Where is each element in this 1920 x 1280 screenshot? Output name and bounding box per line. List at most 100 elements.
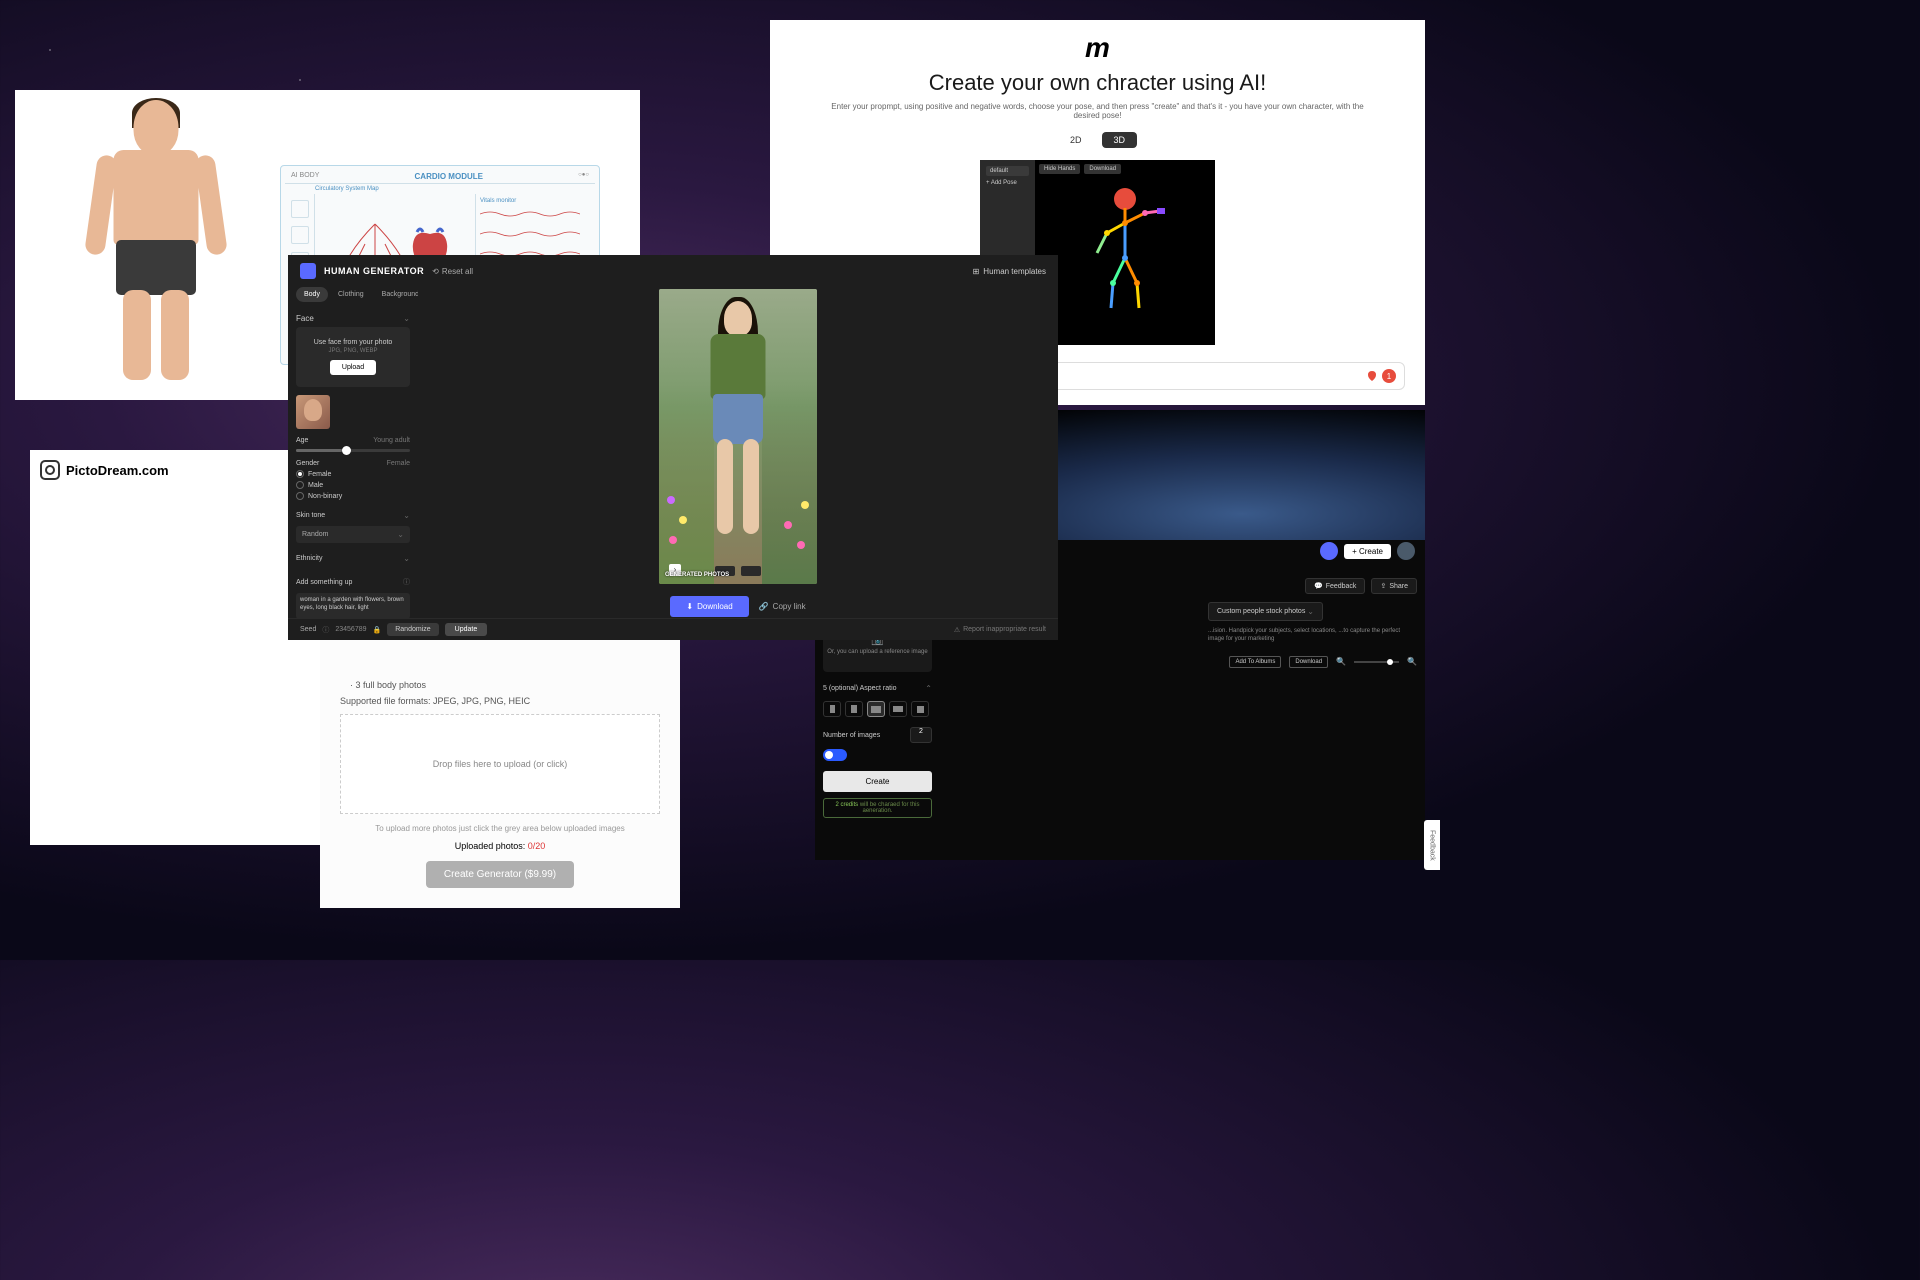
create-main-button[interactable]: Create (823, 771, 932, 792)
add-something-section[interactable]: Add something up ⓘ (296, 574, 410, 590)
update-button[interactable]: Update (445, 623, 488, 636)
picto-hint: To upload more photos just click the gre… (340, 824, 660, 833)
aibody-human-figure (15, 90, 296, 400)
grid-icon: ⊞ (973, 267, 980, 276)
add-to-albums-button[interactable]: Add To Albums (1229, 656, 1281, 668)
hg-sidebar: Body Clothing Background Face ⌄ Use face… (288, 287, 418, 618)
seed-value: 23456789 (335, 626, 366, 633)
feedback-tab[interactable]: Feedback (1424, 820, 1440, 870)
category-description: ...ision. Handpick your subjects, select… (1208, 627, 1417, 644)
download-button[interactable]: ⬇ Download (670, 596, 748, 617)
toggle-switch[interactable] (823, 749, 847, 761)
skintone-select[interactable]: Random ⌄ (296, 526, 410, 543)
hide-hands-button[interactable]: Hide Hands (1039, 164, 1080, 174)
warning-icon: ⚠ (954, 626, 960, 634)
chat-icon: 💬 (1314, 582, 1323, 590)
info-icon: ⓘ (322, 625, 329, 635)
create-generator-button[interactable]: Create Generator ($9.99) (426, 861, 574, 888)
face-thumbnail[interactable] (296, 395, 330, 429)
hg-logo-icon (300, 263, 316, 279)
upload-dropzone[interactable]: Drop files here to upload (or click) (340, 714, 660, 814)
mage-pose-canvas[interactable]: Hide Hands Download (1035, 160, 1215, 345)
user-avatar[interactable] (1397, 542, 1415, 560)
picto-formats: Supported file formats: JPEG, JPG, PNG, … (340, 696, 660, 706)
download-button[interactable]: Download (1289, 656, 1328, 668)
ratio-option[interactable] (823, 701, 841, 717)
gender-value: Female (387, 460, 410, 467)
zoom-in-icon[interactable]: 🔍 (1407, 657, 1417, 666)
ethnicity-section[interactable]: Ethnicity ⌄ (296, 551, 410, 566)
gender-radio-female[interactable]: Female (296, 470, 410, 478)
chevron-down-icon: ⌄ (403, 511, 410, 520)
aibody-monitor-label: Vitals monitor (480, 198, 591, 204)
share-icon: ⇪ (1380, 582, 1386, 590)
category-select[interactable]: Custom people stock photos ⌄ (1208, 602, 1323, 621)
aibody-brand: AI BODY (291, 172, 319, 181)
tab-3d[interactable]: 3D (1102, 132, 1138, 148)
age-slider[interactable] (296, 449, 410, 452)
hg-title: HUMAN GENERATOR (324, 266, 424, 276)
reset-all-button[interactable]: ⟲ Reset all (432, 267, 473, 276)
link-icon: 🔗 (759, 602, 769, 611)
tab-background[interactable]: Background (374, 287, 418, 302)
download-button[interactable]: Download (1084, 164, 1121, 174)
uploaded-count: Uploaded photos: 0/20 (340, 841, 660, 851)
ratio-option-selected[interactable] (867, 701, 885, 717)
age-value: Young adult (373, 437, 410, 444)
chevron-down-icon: ⌄ (1307, 607, 1314, 616)
upload-button[interactable]: Upload (330, 360, 376, 375)
feedback-button[interactable]: 💬Feedback (1305, 578, 1365, 594)
face-section-header[interactable]: Face ⌄ (296, 310, 410, 327)
mage-title: Create your own chracter using AI! (770, 70, 1425, 96)
aibody-tool-icon[interactable] (291, 226, 309, 244)
location-pin-icon (1366, 370, 1378, 382)
seed-label: Seed (300, 626, 316, 633)
tab-body[interactable]: Body (296, 287, 328, 302)
pictodream-brand: PictoDream.com (66, 463, 169, 478)
tab-clothing[interactable]: Clothing (330, 287, 372, 302)
report-button[interactable]: ⚠ Report inappropriate result (954, 626, 1046, 634)
human-generator-panel: HUMAN GENERATOR ⟲ Reset all ⊞ Human temp… (288, 255, 1058, 640)
generated-image: › GENERATED PHOTOS (659, 289, 817, 584)
face-upload-box: Use face from your photo JPG, PNG, WEBP … (296, 327, 410, 387)
ratio-option[interactable] (845, 701, 863, 717)
download-icon: ⬇ (686, 602, 693, 611)
ratio-option[interactable] (889, 701, 907, 717)
tab-2d[interactable]: 2D (1058, 132, 1094, 148)
chevron-down-icon: ⌄ (397, 530, 404, 539)
reset-icon: ⟲ (432, 267, 439, 276)
zoom-out-icon[interactable]: 🔍 (1336, 657, 1346, 666)
info-icon: ⓘ (403, 577, 410, 587)
lock-icon[interactable]: 🔒 (373, 626, 382, 634)
num-images-input[interactable]: 2 (910, 727, 932, 743)
zoom-slider[interactable] (1354, 661, 1399, 663)
aibody-subtitle: Circulatory System Map (285, 184, 595, 194)
chevron-down-icon: ⌄ (403, 554, 410, 563)
prompt-textarea[interactable]: woman in a garden with flowers, brown ey… (296, 593, 410, 618)
age-label: Age (296, 437, 308, 444)
skintone-section[interactable]: Skin tone ⌄ (296, 508, 410, 523)
randomize-button[interactable]: Randomize (387, 623, 438, 636)
pictodream-logo-icon (40, 460, 60, 480)
chevron-up-icon: ⌃ (925, 684, 932, 693)
gender-radio-nonbinary[interactable]: Non-binary (296, 492, 410, 500)
share-button[interactable]: ⇪Share (1371, 578, 1417, 594)
human-templates-button[interactable]: ⊞ Human templates (973, 267, 1046, 276)
user-avatar-small[interactable] (1320, 542, 1338, 560)
create-button-top[interactable]: + Create (1344, 544, 1391, 559)
pose-default[interactable]: default (986, 166, 1029, 176)
copy-link-button[interactable]: 🔗 Copy link (759, 596, 806, 617)
credits-notice: 2 credits will be charaed for this aener… (823, 798, 932, 818)
aspect-ratio-section[interactable]: 5 (optional) Aspect ratio ⌃ (823, 684, 932, 693)
notification-badge: 1 (1382, 369, 1396, 383)
mage-subtitle: Enter your propmpt, using positive and n… (770, 102, 1425, 120)
num-images-label: Number of images (823, 732, 880, 739)
aibody-module-title: CARDIO MODULE (415, 172, 483, 181)
gender-radio-male[interactable]: Male (296, 481, 410, 489)
ratio-option[interactable] (911, 701, 929, 717)
aibody-tool-icon[interactable] (291, 200, 309, 218)
gender-label: Gender (296, 460, 319, 467)
add-pose-button[interactable]: + Add Pose (986, 180, 1029, 186)
chevron-down-icon: ⌄ (403, 314, 410, 323)
picto-requirement: · 3 full body photos (350, 680, 660, 690)
